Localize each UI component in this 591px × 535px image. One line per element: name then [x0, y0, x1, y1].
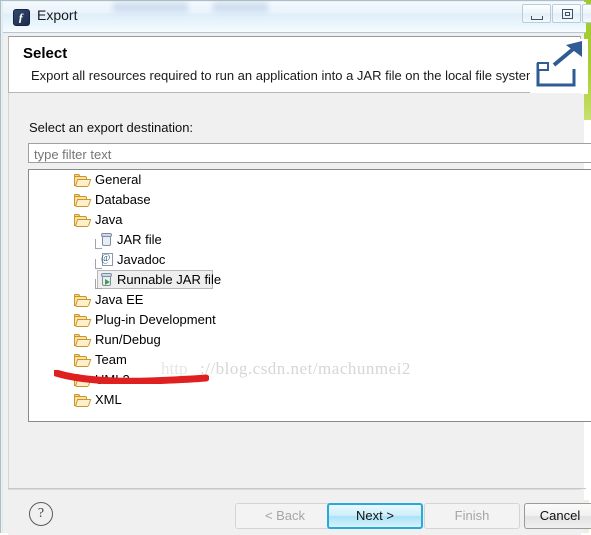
maximize-button[interactable] [552, 4, 581, 23]
tree-item[interactable]: Runnable JAR file [29, 270, 591, 290]
tree-item[interactable]: General [29, 170, 591, 190]
tree-item-label: Database [95, 190, 151, 210]
cancel-button[interactable]: Cancel [524, 503, 591, 529]
maximize-icon [562, 9, 573, 19]
window-inner-frame: ƒ Export Select Export all resources req… [2, 2, 584, 533]
tree-item-label: XML [95, 390, 122, 410]
tree-item[interactable]: Java [29, 210, 591, 230]
tree-item[interactable]: Run/Debug [29, 330, 591, 350]
tree-item[interactable]: @Javadoc [29, 250, 591, 270]
filter-input[interactable] [28, 143, 591, 163]
page-title: Select [23, 45, 67, 62]
tree-item[interactable]: JAR file [29, 230, 591, 250]
eclipse-icon-glyph: ƒ [18, 11, 24, 24]
folder-icon [74, 214, 90, 227]
titlebar-artifact-1 [113, 2, 188, 12]
destination-label: Select an export destination: [29, 120, 193, 135]
watermark-text: ://blog.csdn.net/machunmei2 [200, 359, 411, 379]
tree-item[interactable]: XML [29, 390, 591, 410]
folder-icon [74, 354, 90, 367]
export-destination-tree[interactable]: GeneralDatabaseJavaJAR file@JavadocRunna… [28, 169, 591, 422]
tree-item-label: Runnable JAR file [117, 270, 221, 290]
tree-item[interactable]: Database [29, 190, 591, 210]
tree-item[interactable]: Java EE [29, 290, 591, 310]
title-bar: ƒ Export [3, 2, 586, 33]
close-button[interactable] [582, 4, 591, 23]
folder-icon [74, 194, 90, 207]
folder-icon [74, 314, 90, 327]
tree-item-label: Java [95, 210, 122, 230]
folder-icon [74, 294, 90, 307]
window-title: Export [37, 7, 77, 23]
tree-item-label: Run/Debug [95, 330, 161, 350]
dialog-button-bar: ? < Back Next > Finish Cancel [8, 489, 581, 535]
minimize-icon [531, 16, 543, 20]
tree-item-label: Team [95, 350, 127, 370]
folder-icon [74, 174, 90, 187]
minimize-button[interactable] [522, 4, 551, 23]
javadoc-icon: @ [101, 253, 114, 267]
folder-icon [74, 334, 90, 347]
finish-button[interactable]: Finish [424, 503, 520, 529]
wizard-banner: Select Export all resources required to … [8, 36, 581, 93]
next-button[interactable]: Next > [327, 503, 423, 529]
export-dialog-window: ƒ Export Select Export all resources req… [0, 0, 584, 533]
tree-item-label: Javadoc [117, 250, 165, 270]
tree-item-label: Plug-in Development [95, 310, 216, 330]
tree-item-label: UML2 [95, 370, 130, 390]
back-button[interactable]: < Back [235, 503, 335, 529]
tree-item-label: General [95, 170, 141, 190]
folder-icon [74, 394, 90, 407]
help-icon[interactable]: ? [29, 502, 53, 526]
tree-item-label: JAR file [117, 230, 162, 250]
page-description: Export all resources required to run an … [31, 68, 540, 83]
titlebar-artifact-2 [213, 2, 268, 12]
runnable-jar-icon [101, 273, 113, 287]
dialog-body: Select an export destination: GeneralDat… [8, 93, 581, 489]
export-arrow-icon [530, 39, 588, 94]
folder-icon [74, 374, 90, 387]
watermark-prefix: http [161, 359, 187, 379]
tree-item-label: Java EE [95, 290, 143, 310]
eclipse-icon: ƒ [13, 9, 30, 26]
tree-item[interactable]: Plug-in Development [29, 310, 591, 330]
jar-icon [101, 233, 113, 247]
